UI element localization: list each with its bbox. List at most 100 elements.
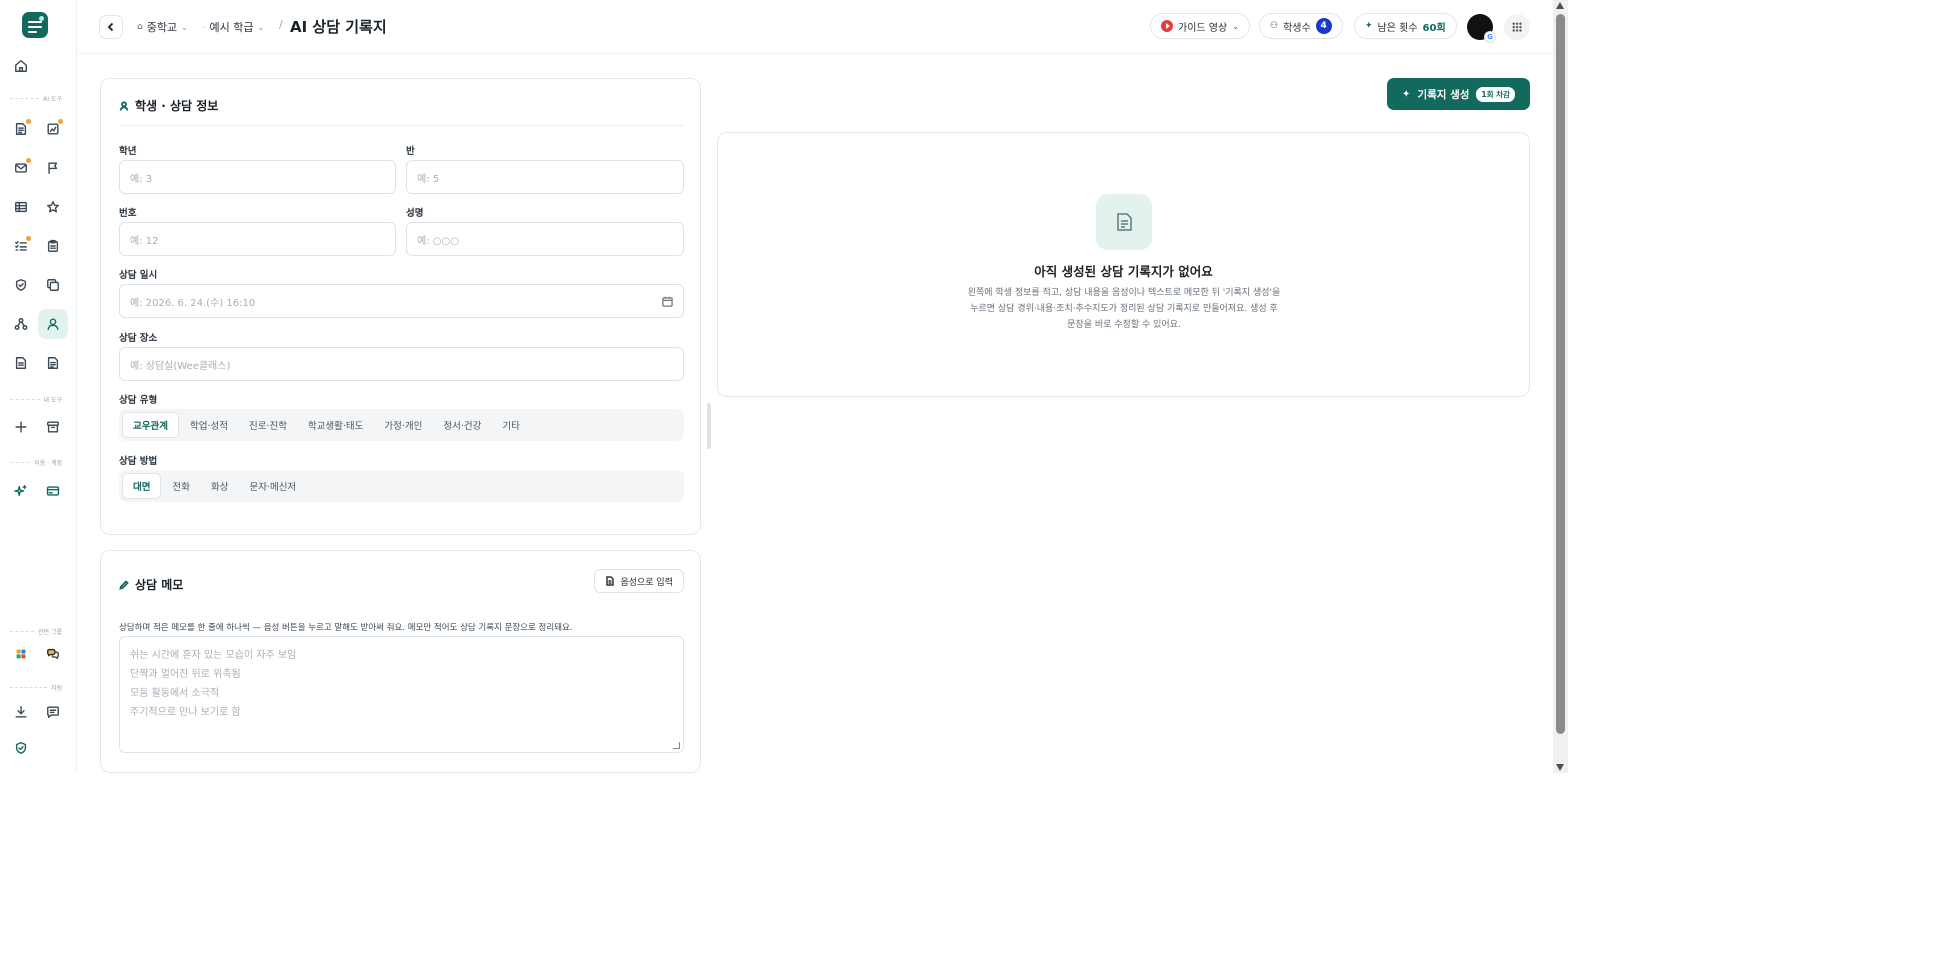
page-title: AI 상담 기록지 [290,18,387,36]
report-icon[interactable] [8,350,34,376]
clipboard-icon[interactable] [40,233,66,259]
memo-placeholder-line: 쉬는 시간에 혼자 있는 모습이 자주 보임 [130,650,297,661]
pencil-icon [119,579,129,590]
security-shield-icon[interactable] [8,735,34,761]
counseling-type-option[interactable]: 기타 [492,412,529,438]
app-logo[interactable] [22,12,48,38]
divider [119,125,684,126]
plus-icon[interactable] [8,414,34,440]
counseling-type-option[interactable]: 가정·개인 [374,412,432,438]
chat-bubbles-icon[interactable] [40,641,66,667]
sparkle-icon: ✦ [1365,21,1373,31]
remaining-value: 60회 [1422,22,1446,34]
place-input[interactable]: 예: 상담실(Wee클래스) [119,347,684,381]
memo-textarea[interactable]: 쉬는 시간에 혼자 있는 모습이 자주 보임 단짝과 멀어진 뒤로 위축됨 모둠… [119,636,684,753]
scroll-down-arrow-icon[interactable] [1556,764,1564,771]
notification-dot [58,119,63,124]
counseling-type-option[interactable]: 교우관계 [122,412,179,438]
chart-document-icon[interactable] [40,116,66,142]
scroll-up-arrow-icon[interactable] [1556,2,1564,9]
class-input[interactable]: 예: 5 [406,160,684,194]
resize-handle[interactable] [673,742,680,749]
app-launcher-button[interactable] [1504,14,1530,40]
breadcrumb-class-label: 예시 학급 [209,21,254,34]
mail-icon[interactable] [8,155,34,181]
copy-icon[interactable] [40,272,66,298]
panel-resize-handle[interactable] [707,403,711,449]
checklist-icon[interactable] [8,233,34,259]
counseling-method-option[interactable]: 전화 [162,473,199,499]
counseling-type-option[interactable]: 학업·성적 [180,412,238,438]
counseling-type-option[interactable]: 진로·진학 [239,412,297,438]
memo-card: 상담 메모 음성으로 입력 상담하며 적은 메모를 한 줄에 하나씩 — 음성 … [100,550,701,773]
graduation-cap-icon: ⌂ [137,22,143,32]
document-icon [606,576,615,586]
table-icon[interactable] [8,194,34,220]
back-button[interactable] [99,15,123,39]
notification-dot [26,236,31,241]
empty-state-line: 왼쪽에 학생 정보를 적고, 상담 내용을 음성이나 텍스트로 메모한 뒤 '기… [967,288,1281,298]
grade-label: 학년 [119,146,137,157]
user-icon [119,100,129,111]
name-input[interactable]: 예: ○○○ [406,222,684,256]
student-count-label: 학생수 [1283,22,1311,34]
counseling-method-selector: 대면 전화 화상 문자·메신저 [119,470,684,502]
empty-state-description: 왼쪽에 학생 정보를 적고, 상담 내용을 음성이나 텍스트로 메모한 뒤 '기… [961,285,1287,333]
generate-label: 기록지 생성 [1417,88,1470,101]
chevron-down-icon: ⌄ [1232,21,1239,31]
counseling-type-option[interactable]: 학교생활·태도 [298,412,373,438]
app-window: AI 도구 내 도구 이용 · 계정 관련 그룹 지원 ⌂ 중학교 ⌄ · 예시… [0,0,1553,773]
sidebar: AI 도구 내 도구 이용 · 계정 관련 그룹 지원 [0,0,77,773]
top-header: ⌂ 중학교 ⌄ · 예시 학급 ⌄ / AI 상담 기록지 가이드 영상 ⌄ ⚇… [77,0,1553,54]
grid-dots-icon [1512,22,1522,32]
breadcrumb-separator: / [279,18,283,31]
memo-placeholder-line: 모둠 활동에서 소극적 [130,688,220,699]
chevron-down-icon: ⌄ [181,22,188,32]
sidebar-section-ai-tools: AI 도구 [10,94,62,103]
shield-check-icon[interactable] [8,272,34,298]
sparkle-icon[interactable] [8,478,34,504]
memo-placeholder-line: 단짝과 멀어진 뒤로 위축됨 [130,669,241,680]
download-icon[interactable] [8,699,34,725]
class-label: 반 [406,146,415,157]
org-chart-icon[interactable] [8,311,34,337]
guide-video-label: 가이드 영상 [1178,22,1228,34]
datetime-input[interactable]: 예: 2026. 6. 24.(수) 16:10 [119,284,684,318]
flag-icon[interactable] [40,155,66,181]
number-input[interactable]: 예: 12 [119,222,396,256]
number-label: 번호 [119,208,137,219]
sidebar-section-support: 지원 [10,683,62,692]
counseling-type-option[interactable]: 정서·건강 [433,412,491,438]
memo-title: 상담 메모 [119,576,183,593]
scroll-thumb[interactable] [1556,14,1565,734]
counseling-user-icon[interactable] [38,309,68,339]
user-avatar[interactable]: G [1467,14,1496,43]
counseling-method-option[interactable]: 대면 [122,473,162,499]
generate-record-button[interactable]: ✦ 기록지 생성 1회 차감 [1387,78,1530,110]
sidebar-section-billing: 이용 · 계정 [10,458,62,467]
document-icon[interactable] [8,116,34,142]
counseling-method-option[interactable]: 화상 [201,473,238,499]
remaining-count-pill[interactable]: ✦ 남은 횟수 60회 [1354,13,1457,39]
memo-description: 상담하며 적은 메모를 한 줄에 하나씩 — 음성 버튼을 누르고 말해도 받아… [119,623,573,633]
method-label: 상담 방법 [119,456,158,467]
star-icon[interactable] [40,194,66,220]
voice-input-button[interactable]: 음성으로 입력 [594,569,684,593]
counseling-method-option[interactable]: 문자·메신저 [239,473,306,499]
credit-card-icon[interactable] [40,478,66,504]
apps-grid-icon[interactable] [8,641,34,667]
calendar-icon[interactable] [662,296,673,307]
grade-input[interactable]: 예: 3 [119,160,396,194]
home-icon[interactable] [8,53,34,79]
student-count-button[interactable]: ⚇ 학생수 4 [1259,13,1343,39]
feedback-icon[interactable] [40,699,66,725]
vertical-scrollbar[interactable] [1553,0,1568,773]
sparkle-icon: ✦ [1402,88,1411,100]
notification-dot [26,158,31,163]
archive-icon[interactable] [40,414,66,440]
breadcrumb-class[interactable]: · 예시 학급 ⌄ [203,19,264,35]
guide-video-button[interactable]: 가이드 영상 ⌄ [1150,13,1250,39]
record-icon[interactable] [40,350,66,376]
breadcrumb-school[interactable]: ⌂ 중학교 ⌄ [137,19,188,35]
type-label: 상담 유형 [119,395,158,406]
